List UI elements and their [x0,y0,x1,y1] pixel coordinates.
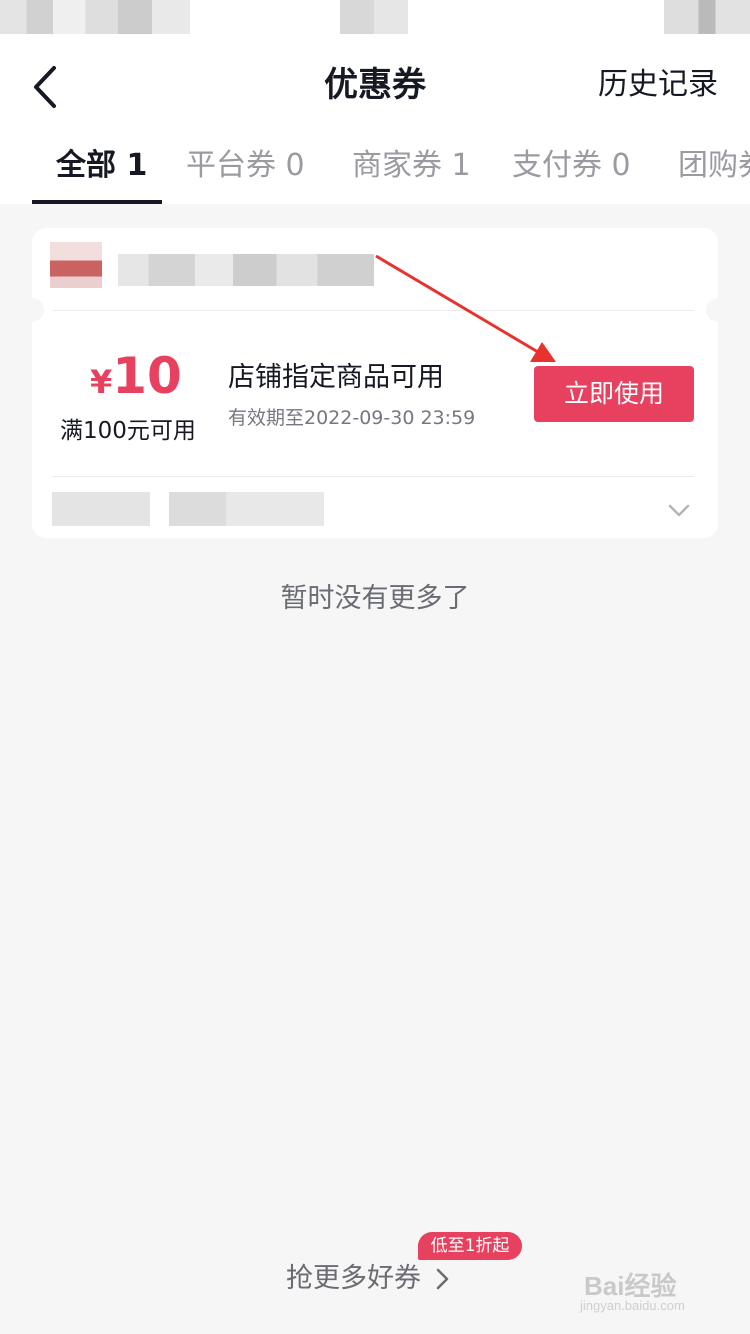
tab-merchant[interactable]: 商家券 1 [352,146,471,186]
nav-header: 优惠券 历史记录 [0,44,750,128]
tab-group-buy[interactable]: 团购券 [678,146,750,186]
card-divider [52,476,694,477]
expand-details-button[interactable] [664,496,694,526]
status-bar-pixelated [340,0,408,34]
tab-platform[interactable]: 平台券 0 [186,146,305,186]
active-tab-indicator [32,200,162,204]
grab-more-coupons-link[interactable]: 抢更多好券 [286,1262,421,1296]
amount-value: 10 [112,347,182,405]
card-divider [52,310,694,311]
coupon-threshold: 满100元可用 [60,418,196,444]
currency-symbol: ¥ [90,363,113,401]
coupon-card: ¥10 满100元可用 店铺指定商品可用 有效期至2022-09-30 23:5… [20,228,730,538]
use-now-button[interactable]: 立即使用 [534,366,694,422]
status-bar-pixelated [664,0,750,34]
status-bar [0,0,750,44]
chevron-right-icon [436,1268,449,1290]
coupon-expiry: 有效期至2022-09-30 23:59 [228,407,476,429]
card-notch-left [20,298,44,322]
tab-payment[interactable]: 支付券 0 [512,146,631,186]
watermark-url: jingyan.baidu.com [580,1298,685,1313]
card-notch-right [706,298,730,322]
shop-name-pixelated [118,254,374,286]
coupon-title: 店铺指定商品可用 [228,362,444,393]
tab-all[interactable]: 全部 1 [56,146,147,186]
chevron-down-icon [668,504,690,517]
status-bar-pixelated [0,0,190,34]
list-end-text: 暂时没有更多了 [280,583,470,614]
coupon-tabs: 全部 1 平台券 0 商家券 1 支付券 0 团购券 [0,128,750,204]
coupon-details-pixelated [52,492,324,526]
discount-badge: 低至1折起 [418,1232,522,1260]
history-records-link[interactable]: 历史记录 [598,64,718,106]
shop-logo [50,242,102,288]
coupon-amount: ¥10 [90,346,182,418]
shop-header[interactable] [32,228,718,310]
